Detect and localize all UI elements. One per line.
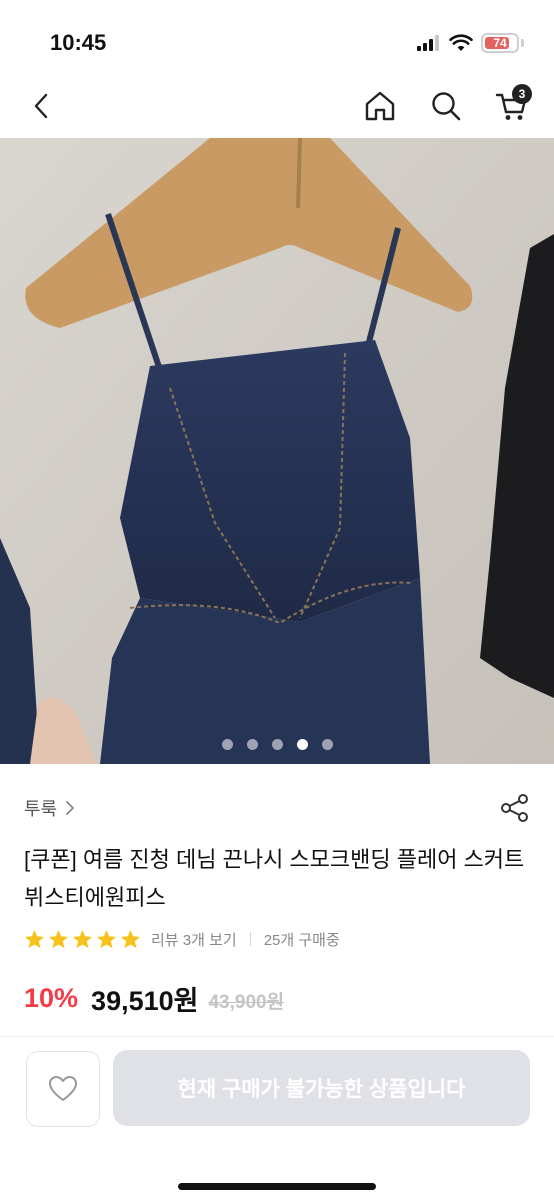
original-price: 43,900원 [208, 991, 285, 1013]
carousel-dot [221, 739, 233, 750]
star-icon [120, 929, 141, 949]
store-link[interactable]: 투룩 [24, 795, 75, 821]
cart-button[interactable]: 3 [490, 84, 534, 128]
home-icon [365, 91, 395, 121]
carousel-dot [296, 739, 308, 750]
carousel-dot [271, 739, 283, 750]
discount-rate: 10% [24, 982, 79, 1013]
product-title: [쿠폰] 여름 진청 데님 끈나시 스모크밴딩 플레어 스커트 뷔스티에원피스 [24, 847, 525, 910]
sale-price: 39,510원 [91, 985, 199, 1016]
carousel-dot [321, 739, 333, 750]
share-icon[interactable] [500, 793, 530, 823]
purchase-button[interactable]: 현재 구매가 불가능한 상품입니다 [113, 1050, 530, 1126]
price-row: 10% 39,510원 43,900원 [24, 978, 284, 1018]
rating-row: 리뷰 3개 보기 25개 구매중 [24, 926, 340, 952]
divider [249, 932, 251, 946]
battery-icon: 74 [481, 33, 519, 53]
chevron-right-icon [66, 801, 75, 815]
signal-icon [417, 35, 439, 51]
bottom-action-bar: 현재 구매가 불가능한 상품입니다 [0, 1036, 554, 1200]
star-icon [24, 929, 45, 949]
star-rating [24, 929, 141, 949]
cart-count-badge: 3 [512, 84, 532, 104]
carousel-indicator [0, 739, 554, 750]
status-bar: 10:45 74 [0, 0, 554, 84]
store-name: 투룩 [24, 799, 58, 819]
wishlist-button[interactable] [26, 1051, 100, 1127]
store-row: 투룩 [24, 793, 530, 823]
buyer-count: 25개 구매중 [263, 931, 340, 949]
search-button[interactable] [424, 84, 468, 128]
product-image[interactable] [0, 138, 554, 764]
product-photo [0, 138, 554, 764]
home-indicator [178, 1183, 376, 1190]
nav-bar: 3 [0, 84, 554, 138]
chevron-left-icon [34, 93, 48, 119]
status-icons: 74 [417, 33, 524, 53]
home-button[interactable] [358, 84, 402, 128]
carousel-dot [246, 739, 258, 750]
search-icon [432, 92, 461, 121]
battery-level: 74 [493, 36, 507, 50]
heart-icon [49, 1076, 77, 1101]
wifi-icon [449, 34, 473, 51]
star-icon [96, 929, 117, 949]
star-icon [48, 929, 69, 949]
back-button[interactable] [20, 84, 64, 128]
review-link[interactable]: 리뷰 3개 보기 [151, 929, 237, 950]
star-icon [72, 929, 93, 949]
status-time: 10:45 [50, 30, 107, 55]
